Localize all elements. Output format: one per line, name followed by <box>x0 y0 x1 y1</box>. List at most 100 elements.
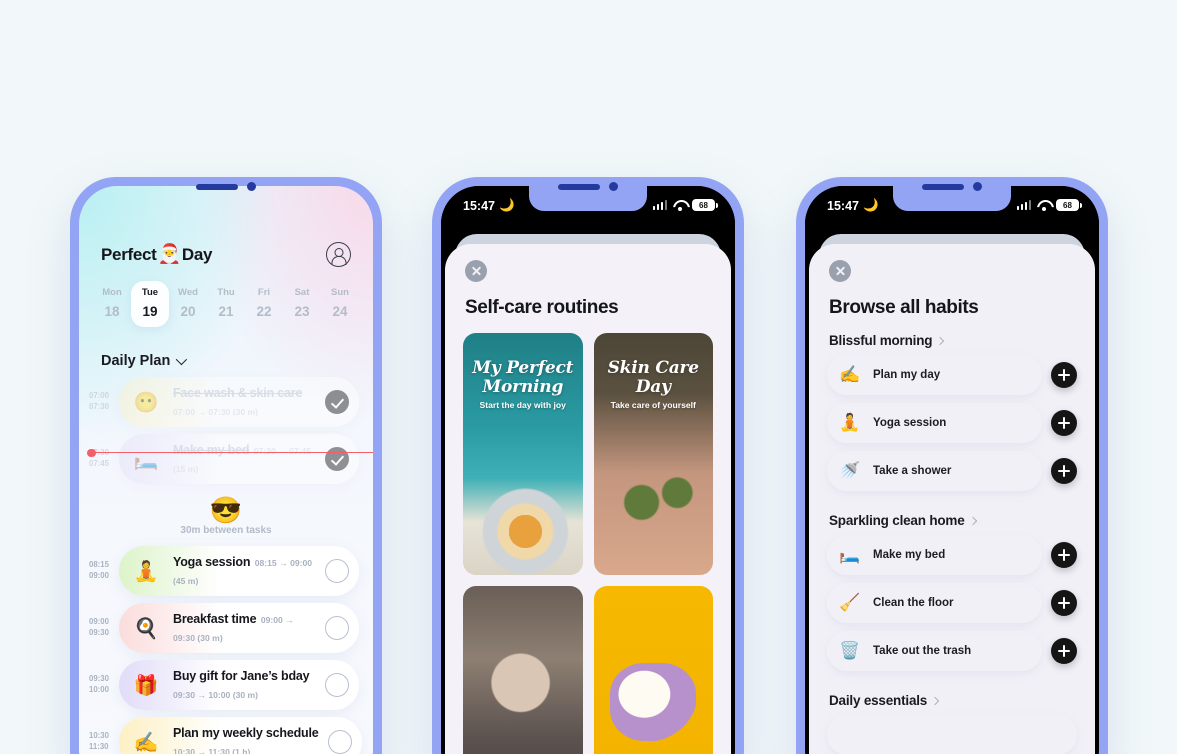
plus-icon[interactable] <box>1051 410 1077 436</box>
week-day-sun[interactable]: Sun 24 <box>321 281 359 327</box>
habit-card[interactable] <box>827 715 1077 754</box>
routine-card[interactable]: Clean Home, <box>593 586 713 754</box>
task-emoji-icon: ✍️ <box>133 731 159 754</box>
habit-emoji-icon: 🧹 <box>839 593 861 612</box>
task-check-toggle[interactable] <box>325 616 349 640</box>
day-name: Thu <box>217 287 235 298</box>
task-check-toggle[interactable] <box>325 447 349 471</box>
user-circle-icon[interactable] <box>326 242 351 267</box>
task-card[interactable]: 😶 Face wash & skin care 07:00 → 07:30 (3… <box>119 377 359 427</box>
daily-plan-label: Daily Plan <box>101 353 171 369</box>
task-check-toggle[interactable] <box>325 673 349 697</box>
task-check-toggle[interactable] <box>325 390 349 414</box>
week-day-fri[interactable]: Fri 22 <box>245 281 283 327</box>
habit-row[interactable]: 🗑️ Take out the trash <box>809 631 1095 671</box>
week-day-wed[interactable]: Wed 20 <box>169 281 207 327</box>
brand-prefix: Perfect <box>101 244 157 264</box>
habit-name: Yoga session <box>873 417 947 429</box>
habit-row[interactable]: 🛏️ Make my bed <box>809 535 1095 575</box>
plus-icon[interactable] <box>1051 638 1077 664</box>
screen-self-care: 15:47 🌙 68 Self-care routines My Perfect… <box>441 186 735 754</box>
battery-icon: 68 <box>692 199 718 211</box>
routine-card[interactable]: Skin Care Day Take care of yourself <box>593 333 713 575</box>
close-icon[interactable] <box>829 260 851 282</box>
task-text: Buy gift for Jane’s bday 09:30 → 10:00 (… <box>173 667 315 703</box>
task-row[interactable]: 09:30 10:00 🎁 Buy gift for Jane’s bday 0… <box>79 660 373 710</box>
habit-card[interactable]: ✍️ Plan my day <box>827 355 1042 395</box>
task-end-time: 09:30 <box>89 628 109 637</box>
habit-name: Make my bed <box>873 549 946 561</box>
week-day-mon[interactable]: Mon 18 <box>93 281 131 327</box>
habit-row[interactable]: 🧘 Yoga session <box>809 403 1095 443</box>
routine-card[interactable]: My Perfect Morning Start the day with jo… <box>463 333 583 575</box>
app-brand: Perfect 🎅 Day <box>101 244 213 265</box>
task-text: Make my bed 07:30 → 07:45 (15 m) <box>173 441 315 477</box>
task-row[interactable]: 08:15 09:00 🧘 Yoga session 08:15 → 09:00… <box>79 546 373 596</box>
task-text: Yoga session 08:15 → 09:00 (45 m) <box>173 553 315 589</box>
status-indicators: 68 <box>652 199 718 211</box>
habit-card[interactable]: 🧹 Clean the floor <box>827 583 1042 623</box>
habit-row[interactable] <box>809 715 1095 754</box>
task-text: Breakfast time 09:00 → 09:30 (30 m) <box>173 610 315 646</box>
habit-card[interactable]: 🚿 Take a shower <box>827 451 1042 491</box>
habit-row[interactable]: ✍️ Plan my day <box>809 355 1095 395</box>
task-range: 07:00 → 07:30 (30 m) <box>173 407 259 417</box>
daily-plan-selector[interactable]: Daily Plan <box>79 327 373 377</box>
routine-card[interactable]: Get In Shape <box>463 586 583 754</box>
habit-card[interactable]: 🛏️ Make my bed <box>827 535 1042 575</box>
day-number: 19 <box>142 304 158 319</box>
task-card[interactable]: 🧘 Yoga session 08:15 → 09:00 (45 m) <box>119 546 359 596</box>
task-start-time: 07:00 <box>89 391 109 401</box>
task-emoji-icon: 😶 <box>133 391 159 414</box>
chevron-right-icon <box>930 696 940 705</box>
task-card[interactable]: ✍️ Plan my weekly schedule 10:30 → 11:30… <box>119 717 363 754</box>
day-name: Tue <box>141 287 159 298</box>
task-row[interactable]: 09:00 09:30 🍳 Breakfast time 09:00 → 09:… <box>79 603 373 653</box>
habit-card[interactable]: 🧘 Yoga session <box>827 403 1042 443</box>
task-title: Buy gift for Jane’s bday <box>173 669 310 683</box>
task-check-toggle[interactable] <box>328 730 353 754</box>
task-card[interactable]: 🍳 Breakfast time 09:00 → 09:30 (30 m) <box>119 603 359 653</box>
habit-name: Take a shower <box>873 465 952 477</box>
page-title: Self-care routines <box>465 297 619 318</box>
habit-group-header[interactable]: Blissful morning <box>809 319 1095 355</box>
day-name: Wed <box>178 287 198 298</box>
week-day-sat[interactable]: Sat 23 <box>283 281 321 327</box>
task-card[interactable]: 🛏️ Make my bed 07:30 → 07:45 (15 m) <box>119 434 359 484</box>
week-day-thu[interactable]: Thu 21 <box>207 281 245 327</box>
habit-card[interactable]: 🗑️ Take out the trash <box>827 631 1042 671</box>
brand-suffix: Day <box>181 244 213 264</box>
habit-emoji-icon: 🚿 <box>839 461 861 480</box>
close-icon[interactable] <box>465 260 487 282</box>
plus-icon[interactable] <box>1051 590 1077 616</box>
task-gap-indicator: 😎 30m between tasks <box>79 491 373 546</box>
current-time-indicator <box>87 447 373 459</box>
week-day-tue[interactable]: Tue 19 <box>131 281 169 327</box>
plus-icon[interactable] <box>1051 542 1077 568</box>
task-range: 10:30 → 11:30 (1 h) <box>173 747 251 754</box>
battery-icon: 68 <box>1056 199 1082 211</box>
plus-icon[interactable] <box>1051 362 1077 388</box>
task-row[interactable]: 07:00 07:30 😶 Face wash & skin care 07:0… <box>79 377 373 427</box>
plus-icon[interactable] <box>1051 458 1077 484</box>
task-row[interactable]: 10:30 11:30 ✍️ Plan my weekly schedule 1… <box>79 717 373 754</box>
moon-icon: 🌙 <box>498 198 515 212</box>
notch-cutout <box>893 186 1011 211</box>
habit-emoji-icon: 🛏️ <box>839 545 861 564</box>
canvas: Perfect 🎅 Day Mon 18 Tue 19 Wed 20 Thu 2… <box>0 0 1177 754</box>
habit-group-header[interactable]: Sparkling clean home <box>809 499 1095 535</box>
habit-group-header[interactable]: Daily essentials <box>809 679 1095 715</box>
habit-row[interactable]: 🚿 Take a shower <box>809 451 1095 491</box>
habit-group-title: Daily essentials <box>829 693 928 708</box>
task-title: Make my bed <box>173 443 250 457</box>
task-emoji-icon: 🛏️ <box>133 448 159 471</box>
gap-label: 30m between tasks <box>180 525 272 536</box>
task-row[interactable]: 07:30 07:45 🛏️ Make my bed 07:30 → 07:45… <box>79 434 373 484</box>
day-number: 24 <box>332 304 348 319</box>
habit-row[interactable]: 🧹 Clean the floor <box>809 583 1095 623</box>
task-time-range: 07:00 07:30 <box>89 391 119 412</box>
task-start-time: 09:00 <box>89 617 109 627</box>
task-check-toggle[interactable] <box>325 559 349 583</box>
task-card[interactable]: 🎁 Buy gift for Jane’s bday 09:30 → 10:00… <box>119 660 359 710</box>
moon-icon: 🌙 <box>862 198 879 212</box>
